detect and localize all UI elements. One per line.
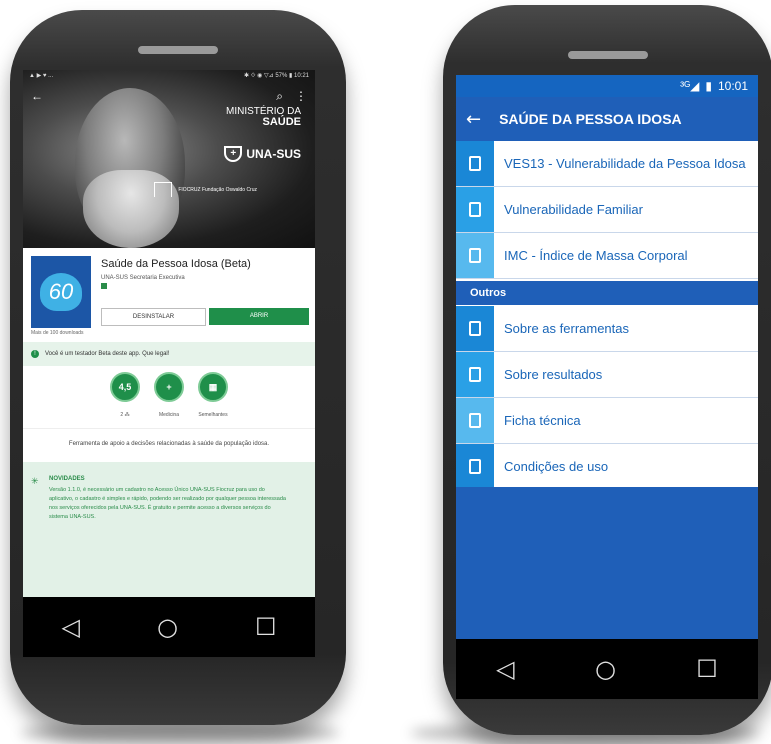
info-icon: ! (31, 350, 39, 358)
ministerio-logo: MINISTÉRIO DA SAÚDE (226, 106, 301, 128)
section-header-outros: Outros (456, 281, 758, 305)
similar-apps-icon: ▦ (198, 372, 228, 402)
whats-new-body: Versão 1.1.0, é necessário um cadastro n… (49, 487, 286, 520)
rating-value: 4,5 (110, 372, 140, 402)
open-button[interactable]: ABRIR (209, 308, 309, 325)
play-store-screen: ▲ ▶ ♥ ... ✱ ⟐ ◉ ▽⊿ 57% ▮ 10:21 ← ⌕ ⋮ MIN… (23, 70, 315, 657)
unasus-logo: + UNA-SUS (224, 146, 301, 162)
unasus-label: UNA-SUS (246, 147, 301, 161)
signal-icon: ³ᴳ◢ (680, 79, 700, 93)
search-icon[interactable]: ⌕ (276, 89, 283, 104)
category-label: Medicina (158, 412, 179, 418)
overflow-menu-icon[interactable]: ⋮ (295, 89, 307, 103)
right-status-bar: ³ᴳ◢ ▮ 10:01 (456, 75, 758, 97)
rating-label: 2 ⁂ (120, 412, 130, 418)
unasus-shield-icon: + (224, 146, 243, 162)
tool-item-imc[interactable]: IMC - Índice de Massa Corporal (456, 233, 758, 279)
whats-new-title: NOVIDADES (49, 476, 85, 482)
rating-badge[interactable]: 4,5 2 ⁂ (110, 372, 140, 428)
info-card-icon (456, 398, 494, 443)
info-card-icon (456, 352, 494, 397)
similar-badge[interactable]: ▦ Semelhantes (198, 372, 228, 428)
right-navigation-bar: ◁ ○ ☐ (456, 639, 758, 699)
left-phone-shadow (20, 722, 340, 744)
beta-notice-text: Você é um testador Beta deste app. Que l… (45, 351, 170, 357)
tool-item-family[interactable]: Vulnerabilidade Familiar (456, 187, 758, 233)
app-header-banner: ▲ ▶ ♥ ... ✱ ⟐ ◉ ▽⊿ 57% ▮ 10:21 ← ⌕ ⋮ MIN… (23, 70, 315, 248)
app-description[interactable]: Ferramenta de apoio a decisões relaciona… (23, 428, 315, 459)
fiocruz-label: FIOCRUZ Fundação Oswaldo Cruz (178, 186, 257, 193)
nav-back-icon[interactable]: ◁ (62, 613, 80, 641)
info-card-icon (456, 444, 494, 489)
beta-notice: ! Você é um testador Beta deste app. Que… (23, 342, 315, 366)
calculator-icon (456, 233, 494, 278)
app-title: Saúde da Pessoa Idosa (Beta) (101, 258, 251, 270)
app-icon[interactable]: 60 (31, 256, 91, 328)
back-arrow-icon[interactable]: ← (466, 109, 481, 130)
nav-recents-icon[interactable]: ☐ (255, 613, 277, 641)
battery-icon: ▮ (705, 79, 712, 93)
other-item-tech-sheet[interactable]: Ficha técnica (456, 398, 758, 444)
left-status-icons: ▲ ▶ ♥ ... (29, 73, 54, 79)
back-arrow-icon[interactable]: ← (31, 89, 43, 103)
app-info-panel: 60 Mais de 100 downloads Saúde da Pessoa… (23, 248, 315, 338)
toolbar-title: SAÚDE DA PESSOA IDOSA (499, 111, 682, 127)
tool-item-label: Vulnerabilidade Familiar (504, 202, 643, 217)
other-item-label: Ficha técnica (504, 413, 581, 428)
left-phone-speaker (138, 46, 218, 54)
nav-home-icon[interactable]: ○ (157, 613, 178, 641)
other-item-label: Sobre as ferramentas (504, 321, 630, 336)
app-toolbar: ← SAÚDE DA PESSOA IDOSA (456, 97, 758, 141)
heart-60-icon: 60 (40, 273, 82, 311)
left-status-right: ✱ ⟐ ◉ ▽⊿ 57% ▮ 10:21 (244, 73, 309, 79)
category-badge[interactable]: + Medicina (154, 372, 184, 428)
content-rating-icon (101, 283, 107, 289)
tool-item-label: IMC - Índice de Massa Corporal (504, 248, 688, 263)
other-item-label: Condições de uso (504, 459, 609, 474)
ministerio-line2: SAÚDE (262, 116, 301, 128)
empty-content-area (456, 487, 758, 639)
app-badges: 4,5 2 ⁂ + Medicina ▦ Semelhantes (23, 366, 315, 428)
status-time: 10:01 (717, 79, 748, 93)
app-developer[interactable]: UNA-SUS Secretaria Executiva (101, 275, 185, 281)
calculator-icon (456, 141, 494, 186)
play-store-app-bar: ← ⌕ ⋮ (23, 86, 315, 106)
nav-recents-icon[interactable]: ☐ (696, 655, 718, 683)
info-card-icon (456, 306, 494, 351)
medical-plus-icon: + (154, 372, 184, 402)
fiocruz-castle-icon (154, 182, 173, 197)
left-status-bar: ▲ ▶ ♥ ... ✱ ⟐ ◉ ▽⊿ 57% ▮ 10:21 (23, 70, 315, 84)
nav-home-icon[interactable]: ○ (595, 655, 616, 683)
tool-item-label: VES13 - Vulnerabilidade da Pessoa Idosa (504, 156, 746, 171)
uninstall-button[interactable]: DESINSTALAR (101, 308, 206, 326)
right-phone-speaker (568, 51, 648, 59)
other-item-label: Sobre resultados (504, 367, 603, 382)
other-item-terms[interactable]: Condições de uso (456, 444, 758, 490)
fiocruz-logo: FIOCRUZ Fundação Oswaldo Cruz (154, 182, 257, 197)
other-item-about-tools[interactable]: Sobre as ferramentas (456, 306, 758, 352)
tool-item-ves13[interactable]: VES13 - Vulnerabilidade da Pessoa Idosa (456, 141, 758, 187)
left-navigation-bar: ◁ ○ ☐ (23, 597, 315, 657)
calculator-icon (456, 187, 494, 232)
download-count: Mais de 100 downloads (31, 330, 84, 336)
other-item-about-results[interactable]: Sobre resultados (456, 352, 758, 398)
similar-label: Semelhantes (198, 412, 228, 418)
nav-back-icon[interactable]: ◁ (496, 655, 514, 683)
loading-spinner-icon: ✳ (31, 476, 39, 486)
app-main-screen: ³ᴳ◢ ▮ 10:01 ← SAÚDE DA PESSOA IDOSA VES1… (456, 75, 758, 699)
